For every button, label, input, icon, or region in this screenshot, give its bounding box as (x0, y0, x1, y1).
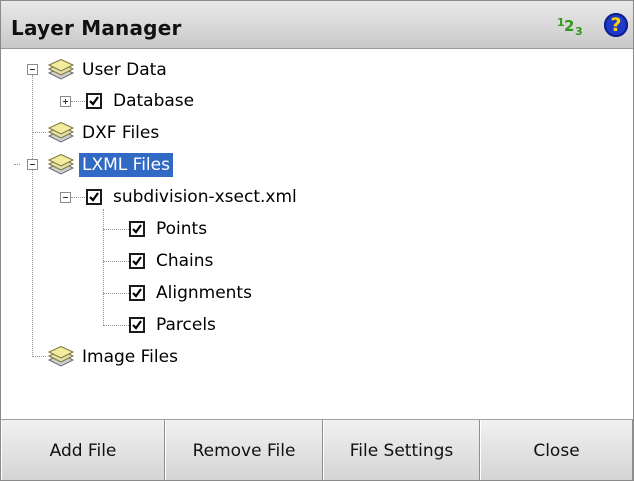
tree-item-points[interactable]: Points (129, 215, 210, 243)
parcels-checkbox[interactable] (129, 317, 145, 333)
collapse-lxml-files-toggle[interactable] (27, 159, 38, 170)
help-icon[interactable]: ? (604, 13, 628, 37)
tree-item-label: Chains (156, 251, 214, 271)
close-button[interactable]: Close (480, 420, 633, 480)
add-file-button[interactable]: Add File (1, 420, 165, 480)
title-bar: Layer Manager 1 2 3 ? (1, 1, 633, 49)
tree-item-xml-file[interactable]: subdivision-xsect.xml (86, 183, 300, 211)
expand-database-toggle[interactable] (60, 96, 71, 107)
tree-item-label: Database (113, 91, 195, 111)
tree-item-label: subdivision-xsect.xml (113, 187, 297, 207)
alignments-checkbox[interactable] (129, 285, 145, 301)
layers-icon (47, 154, 75, 175)
tree-connector-line (71, 197, 85, 198)
tree-connector-line (14, 164, 20, 165)
layers-icon (47, 59, 75, 80)
tree-item-image-files[interactable]: Image Files (47, 343, 181, 371)
tree-item-chains[interactable]: Chains (129, 247, 216, 275)
tree-connector-line (103, 293, 129, 294)
tree-connector-line (103, 261, 129, 262)
layers-icon (47, 122, 75, 143)
tree-item-label: LXML Files (79, 153, 173, 177)
collapse-user-data-toggle[interactable] (27, 64, 38, 75)
tree-connector-line (103, 229, 129, 230)
window-title: Layer Manager (11, 16, 182, 40)
tree-connector-line (32, 75, 33, 357)
file-settings-button[interactable]: File Settings (323, 420, 480, 480)
tree-item-database[interactable]: Database (86, 87, 197, 115)
tree-item-user-data[interactable]: User Data (47, 56, 170, 84)
collapse-xml-file-toggle[interactable] (60, 192, 71, 203)
tree-item-label: Image Files (82, 347, 178, 367)
tree-item-dxf-files[interactable]: DXF Files (47, 119, 162, 147)
tree-connector-line (32, 132, 46, 133)
tree-item-alignments[interactable]: Alignments (129, 279, 255, 307)
chains-checkbox[interactable] (129, 253, 145, 269)
tree-item-label: DXF Files (82, 123, 160, 143)
xml-file-checkbox[interactable] (86, 189, 102, 205)
tree-connector-line (103, 209, 104, 325)
tree-item-label: User Data (82, 60, 167, 80)
remove-file-button[interactable]: Remove File (165, 420, 323, 480)
tree-connector-line (32, 356, 46, 357)
tree-connector-line (71, 101, 85, 102)
layer-manager-window: Layer Manager 1 2 3 ? User Data Database… (0, 0, 634, 481)
button-bar: Add File Remove File File Settings Close (1, 419, 633, 480)
tree-item-parcels[interactable]: Parcels (129, 311, 219, 339)
tree-item-label: Alignments (156, 283, 252, 303)
tree-connector-line (103, 325, 129, 326)
tree-item-label: Parcels (156, 315, 216, 335)
layer-tree[interactable]: User Data Database DXF Files LXML Files … (1, 49, 633, 417)
tree-item-label: Points (156, 219, 208, 239)
layers-icon (47, 346, 75, 367)
points-checkbox[interactable] (129, 221, 145, 237)
tree-item-lxml-files[interactable]: LXML Files (47, 151, 173, 179)
database-checkbox[interactable] (86, 93, 102, 109)
